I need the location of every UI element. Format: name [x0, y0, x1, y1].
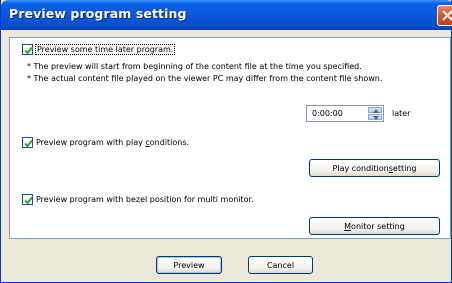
checkmark-icon [24, 46, 33, 55]
bezel-position-checkbox[interactable]: Preview program with bezel position for … [22, 194, 254, 205]
note-content-differ: * The actual content file played on the … [27, 74, 383, 83]
cancel-button[interactable]: Cancel [248, 256, 313, 274]
spin-down-button[interactable] [368, 114, 382, 120]
checkbox-box[interactable] [22, 44, 33, 55]
play-condition-setting-button[interactable]: Play condition s etting [309, 159, 440, 177]
play-condition-btn-suffix: etting [392, 163, 417, 173]
arrow-up-icon [373, 109, 379, 113]
monitor-btn-mnemonic: M [344, 221, 352, 231]
later-program-label: Preview some time later program. [34, 44, 176, 55]
checkmark-icon [24, 139, 33, 148]
time-input[interactable]: 0:00:00 [312, 109, 343, 118]
note-start-beginning: * The preview will start from beginning … [27, 62, 362, 71]
preview-button[interactable]: Preview [156, 256, 222, 274]
checkbox-box[interactable] [22, 194, 33, 205]
spinner-buttons [368, 107, 382, 120]
window-title: Preview program setting [9, 6, 187, 21]
close-icon [442, 10, 452, 21]
later-label: later [392, 109, 411, 118]
arrow-down-icon [373, 116, 379, 120]
monitor-setting-button[interactable]: Monitor setting [309, 217, 440, 235]
monitor-btn-suffix: onitor setting [351, 221, 405, 231]
bezel-position-label: Preview program with bezel position for … [36, 195, 254, 204]
close-button[interactable] [437, 5, 452, 26]
spin-up-button[interactable] [368, 107, 382, 113]
play-conditions-label-suffix: onditions. [149, 138, 190, 147]
time-spinner[interactable]: 0:00:00 [306, 105, 384, 122]
play-conditions-label: Preview program with play conditions. [36, 138, 189, 147]
play-conditions-label-prefix: Preview program with play [36, 138, 146, 147]
later-program-checkbox[interactable]: Preview some time later program. [22, 44, 176, 55]
play-condition-btn-prefix: Play condition [332, 163, 389, 173]
play-conditions-checkbox[interactable]: Preview program with play conditions. [22, 137, 189, 148]
title-bar[interactable]: Preview program setting [1, 0, 452, 30]
dialog-window: Preview program setting Preview some tim… [0, 0, 452, 283]
checkmark-icon [24, 196, 33, 205]
checkbox-box[interactable] [22, 137, 33, 148]
